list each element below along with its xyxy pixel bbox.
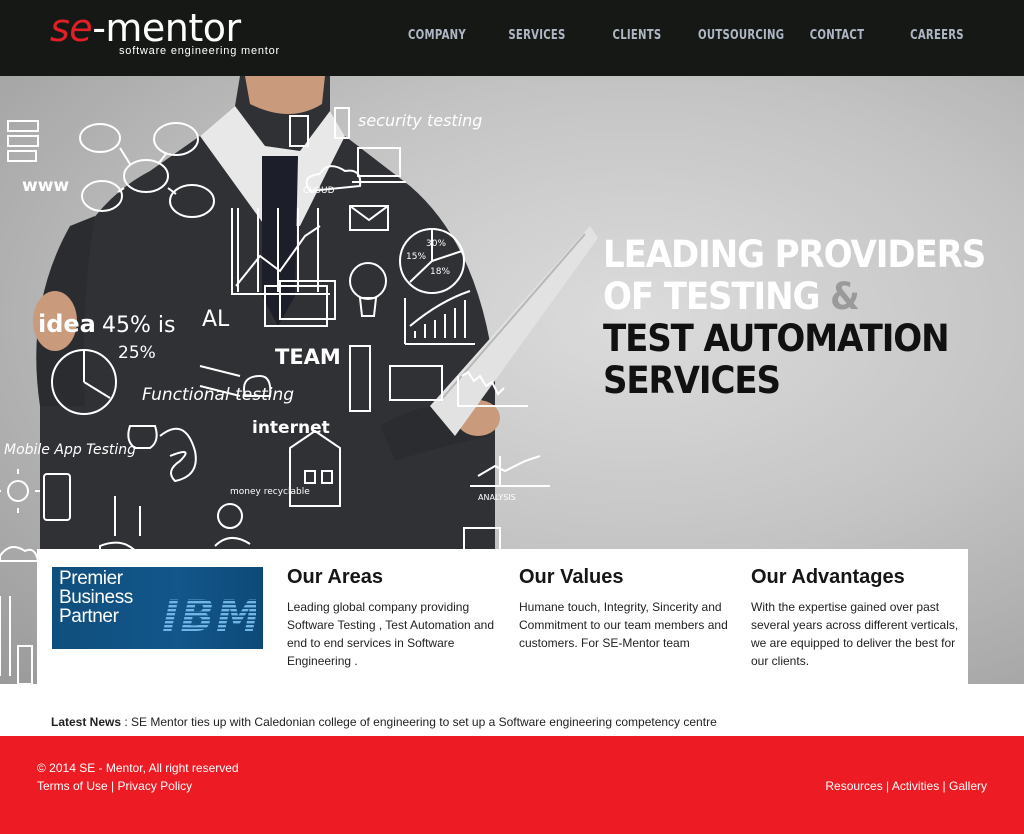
nav-company[interactable]: COMPANY bbox=[398, 24, 476, 48]
nav-outsourcing[interactable]: OUTSOURCING bbox=[698, 24, 784, 48]
footer-links: Resources | Activities | Gallery bbox=[825, 779, 987, 793]
ibm-partner-badge[interactable]: Premier Business Partner IBM bbox=[52, 567, 263, 649]
our-values-section: Our Values Humane touch, Integrity, Sinc… bbox=[519, 565, 737, 652]
latest-news-text[interactable]: SE Mentor ties up with Caledonian colleg… bbox=[131, 715, 717, 729]
headline-line-4: SERVICES bbox=[603, 359, 781, 402]
headline-line-2: OF TESTING & bbox=[603, 275, 860, 318]
site-logo[interactable]: se-mentor software engineering mentor bbox=[50, 6, 280, 62]
latest-news-label: Latest News bbox=[51, 715, 122, 729]
ibm-logo: IBM bbox=[157, 591, 256, 637]
terms-of-use-link[interactable]: Terms of Use bbox=[37, 779, 108, 793]
nav-contact[interactable]: CONTACT bbox=[798, 24, 876, 48]
headline-ampersand: & bbox=[830, 275, 860, 318]
our-values-title: Our Values bbox=[519, 566, 624, 588]
doodle-45-is: 45% is bbox=[102, 313, 175, 338]
activities-link[interactable]: Activities bbox=[892, 779, 939, 793]
hero-headline: LEADING PROVIDERS OF TESTING & TEST AUTO… bbox=[603, 233, 986, 402]
doodle-idea: idea bbox=[38, 310, 96, 338]
info-strip: Premier Business Partner IBM Our Areas L… bbox=[37, 549, 968, 684]
our-areas-title: Our Areas bbox=[287, 566, 383, 588]
doodle-al: AL bbox=[202, 307, 230, 332]
site-header: se-mentor software engineering mentor CO… bbox=[0, 0, 1024, 76]
resources-link[interactable]: Resources bbox=[825, 779, 882, 793]
our-areas-text: Leading global company providing Softwar… bbox=[287, 600, 495, 668]
doodle-cloud: CLOUD bbox=[303, 186, 335, 196]
doodle-15: 15% bbox=[406, 252, 426, 262]
our-advantages-title: Our Advantages bbox=[751, 566, 905, 588]
doodle-mobile-app-testing: Mobile App Testing bbox=[4, 442, 136, 458]
doodle-money: money recyclable bbox=[230, 487, 310, 497]
legal-links: Terms of Use | Privacy Policy bbox=[37, 779, 193, 793]
doodle-www: www bbox=[22, 176, 69, 196]
copyright: © 2014 SE - Mentor, All right reserved bbox=[37, 761, 239, 775]
doodle-25: 25% bbox=[118, 343, 156, 363]
doodle-internet: internet bbox=[252, 418, 330, 438]
privacy-policy-link[interactable]: Privacy Policy bbox=[117, 779, 192, 793]
our-areas-section: Our Areas Leading global company providi… bbox=[287, 565, 505, 670]
svg-text:IBM: IBM bbox=[157, 591, 256, 637]
nav-careers[interactable]: CAREERS bbox=[898, 24, 976, 48]
our-values-text: Humane touch, Integrity, Sincerity and C… bbox=[519, 600, 728, 650]
partner-text: Premier Business Partner bbox=[59, 568, 133, 627]
doodle-analysis: ANALYSIS bbox=[478, 493, 516, 502]
doodle-18: 18% bbox=[430, 267, 450, 277]
logo-wordmark: se-mentor bbox=[50, 6, 241, 50]
doodle-security-testing: security testing bbox=[358, 111, 482, 130]
headline-line-1: LEADING PROVIDERS bbox=[603, 233, 986, 276]
site-footer: © 2014 SE - Mentor, All right reserved T… bbox=[0, 736, 1024, 834]
gallery-link[interactable]: Gallery bbox=[949, 779, 987, 793]
doodle-30: 30% bbox=[426, 239, 446, 249]
doodle-team: TEAM bbox=[275, 345, 341, 369]
our-advantages-section: Our Advantages With the expertise gained… bbox=[751, 565, 969, 670]
doodle-functional-testing: Functional testing bbox=[142, 385, 294, 405]
nav-clients[interactable]: CLIENTS bbox=[598, 24, 676, 48]
nav-services[interactable]: SERVICES bbox=[498, 24, 576, 48]
latest-news-ticker: Latest News : SE Mentor ties up with Cal… bbox=[51, 715, 717, 729]
headline-line-3: TEST AUTOMATION bbox=[603, 317, 950, 360]
logo-tagline: software engineering mentor bbox=[119, 45, 281, 57]
our-advantages-text: With the expertise gained over past seve… bbox=[751, 600, 959, 668]
